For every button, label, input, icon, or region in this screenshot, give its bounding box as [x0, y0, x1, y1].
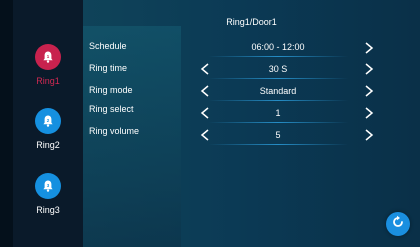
settings-panel: Ring1/Door1 Schedule 06:00 - 12:00 Ring …: [83, 0, 420, 247]
label-column: [83, 26, 181, 247]
sidebar-item-ring1[interactable]: 1 Ring1: [13, 44, 83, 86]
schedule-label: Schedule: [89, 41, 127, 51]
schedule-value[interactable]: 06:00 - 12:00: [208, 42, 348, 52]
sidebar: 1 Ring1 2 Ring2 3 Ring3: [13, 0, 83, 247]
schedule-underline: [208, 56, 348, 57]
ring-time-label: Ring time: [89, 63, 128, 73]
chevron-right-icon[interactable]: [364, 129, 374, 141]
page-title: Ring1/Door1: [226, 17, 277, 27]
bell-icon: 2: [35, 108, 61, 134]
ring-volume-underline: [208, 144, 348, 145]
ring-time-value: 30 S: [268, 64, 288, 74]
chevron-right-icon[interactable]: [364, 42, 374, 54]
bell-icon: 3: [35, 173, 61, 199]
sidebar-item-label: Ring2: [36, 140, 60, 150]
ring-mode-underline: [208, 100, 348, 101]
ring-time-underline: [208, 78, 348, 79]
sidebar-item-label: Ring3: [36, 205, 60, 215]
chevron-right-icon[interactable]: [364, 85, 374, 97]
chevron-right-icon[interactable]: [364, 63, 374, 75]
sidebar-item-ring2[interactable]: 2 Ring2: [13, 108, 83, 150]
ring-volume-label: Ring volume: [89, 126, 140, 136]
sidebar-item-label: Ring1: [36, 76, 60, 86]
ring-volume-value: 5: [275, 130, 281, 140]
chevron-right-icon[interactable]: [364, 107, 374, 119]
ring-select-underline: [208, 122, 348, 123]
refresh-icon: [391, 215, 405, 234]
ring-select-label: Ring select: [89, 104, 134, 114]
left-margin: [0, 0, 13, 247]
bell-icon: 1: [35, 44, 61, 70]
sidebar-item-ring3[interactable]: 3 Ring3: [13, 173, 83, 215]
refresh-button[interactable]: [386, 212, 410, 236]
ring-mode-label: Ring mode: [89, 85, 133, 95]
ring-mode-value: Standard: [259, 86, 297, 96]
ring-select-value: 1: [275, 108, 281, 118]
